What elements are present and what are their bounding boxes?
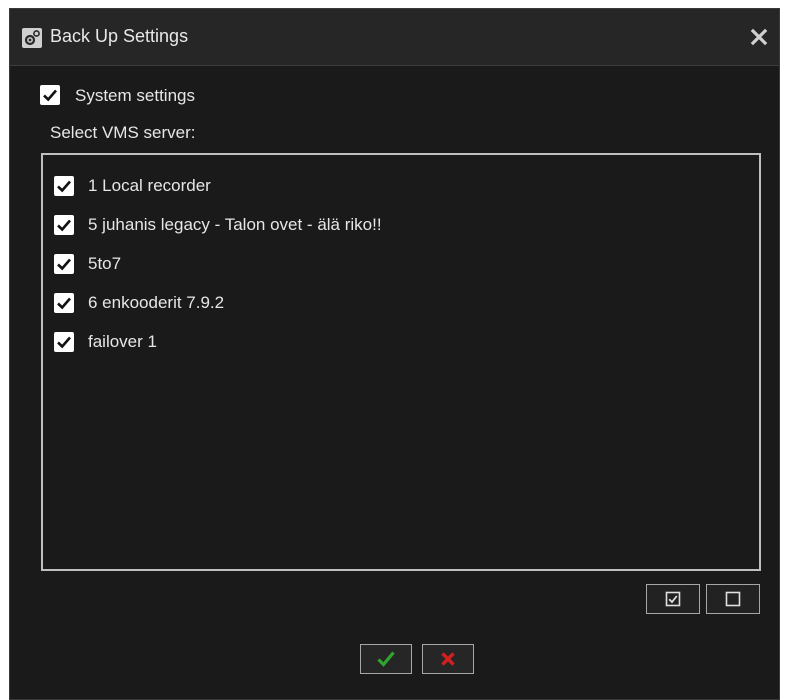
- server-checkbox[interactable]: [54, 176, 74, 196]
- title-bar[interactable]: Back Up Settings: [10, 9, 779, 66]
- server-label: 1 Local recorder: [88, 176, 211, 195]
- dialog-title: Back Up Settings: [50, 26, 189, 46]
- select-all-button[interactable]: [646, 584, 700, 614]
- list-item[interactable]: 5 juhanis legacy - Talon ovet - älä riko…: [43, 211, 759, 241]
- server-checkbox[interactable]: [54, 293, 74, 313]
- select-server-label: Select VMS server:: [50, 123, 196, 142]
- server-checkbox[interactable]: [54, 215, 74, 235]
- server-label: 5 juhanis legacy - Talon ovet - älä riko…: [88, 215, 382, 234]
- system-settings-label: System settings: [75, 86, 195, 105]
- gear-icon: [22, 28, 42, 48]
- select-none-button[interactable]: [706, 584, 760, 614]
- system-settings-checkbox[interactable]: [40, 85, 60, 105]
- backup-settings-dialog: Back Up Settings System settings Select …: [9, 8, 780, 700]
- server-checkbox[interactable]: [54, 332, 74, 352]
- ok-button[interactable]: [360, 644, 412, 674]
- server-label: 5to7: [88, 254, 122, 273]
- cancel-button[interactable]: [422, 644, 474, 674]
- close-icon[interactable]: [749, 27, 769, 47]
- server-label: failover 1: [88, 332, 157, 351]
- server-label: 6 enkooderit 7.9.2: [88, 293, 225, 312]
- server-checkbox[interactable]: [54, 254, 74, 274]
- list-item[interactable]: 1 Local recorder: [43, 172, 759, 202]
- list-item[interactable]: failover 1: [43, 328, 759, 358]
- list-item[interactable]: 6 enkooderit 7.9.2: [43, 289, 759, 319]
- list-item[interactable]: 5to7: [43, 250, 759, 280]
- server-list[interactable]: 1 Local recorder 5 juhanis legacy - Talo…: [41, 153, 761, 571]
